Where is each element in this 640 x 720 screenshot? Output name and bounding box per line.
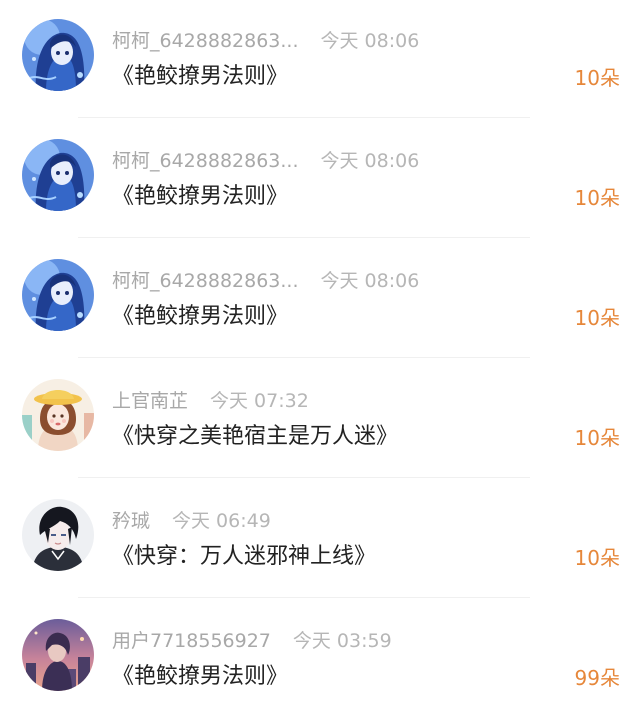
blue-anime-girl-avatar[interactable] [22, 259, 94, 331]
sender-name[interactable]: 矜珹 [112, 506, 150, 533]
gift-record-row[interactable]: 柯柯_6428882863... 今天 08:06 《艳鲛撩男法则》 10朵 [0, 0, 640, 120]
gift-amount: 10朵 [574, 546, 620, 570]
gift-time: 今天 06:49 [172, 509, 271, 532]
gift-record-row[interactable]: 矜珹 今天 06:49 《快穿：万人迷邪神上线》 10朵 [0, 480, 640, 600]
sender-name[interactable]: 柯柯_6428882863... [112, 266, 299, 293]
row-divider [78, 237, 530, 238]
gift-amount: 10朵 [574, 66, 620, 90]
gift-amount: 10朵 [574, 426, 620, 450]
row-divider [78, 357, 530, 358]
row-divider [78, 477, 530, 478]
gift-amount: 10朵 [574, 306, 620, 330]
gift-time: 今天 08:06 [320, 149, 420, 172]
gift-time: 今天 08:06 [320, 269, 420, 292]
sender-meta: 柯柯_6428882863... 今天 08:06 [112, 26, 419, 52]
sender-meta: 柯柯_6428882863... 今天 08:06 [112, 146, 419, 172]
gift-record-row[interactable]: 柯柯_6428882863... 今天 08:06 《艳鲛撩男法则》 10朵 [0, 120, 640, 240]
book-title[interactable]: 《艳鲛撩男法则》 [112, 178, 288, 210]
sender-name[interactable]: 上官南芷 [112, 386, 188, 413]
blue-anime-girl-avatar[interactable] [22, 139, 94, 211]
girl-yellow-hat-avatar[interactable] [22, 379, 94, 451]
gift-record-list: 柯柯_6428882863... 今天 08:06 《艳鲛撩男法则》 10朵 柯… [0, 0, 640, 703]
sender-meta: 柯柯_6428882863... 今天 08:06 [112, 266, 419, 292]
book-title[interactable]: 《快穿之美艳宿主是万人迷》 [112, 418, 398, 450]
row-divider [78, 117, 530, 118]
sender-meta: 上官南芷 今天 07:32 [112, 386, 309, 412]
sender-name[interactable]: 柯柯_6428882863... [112, 146, 299, 173]
gift-time: 今天 08:06 [320, 29, 420, 52]
gift-amount: 10朵 [574, 186, 620, 210]
book-title[interactable]: 《快穿：万人迷邪神上线》 [112, 538, 376, 570]
gift-record-row[interactable]: 用户7718556927 今天 03:59 《艳鲛撩男法则》 99朵 [0, 600, 640, 720]
gift-record-row[interactable]: 上官南芷 今天 07:32 《快穿之美艳宿主是万人迷》 10朵 [0, 360, 640, 480]
sender-meta: 用户7718556927 今天 03:59 [112, 626, 392, 652]
row-divider [78, 597, 530, 598]
gift-record-row[interactable]: 柯柯_6428882863... 今天 08:06 《艳鲛撩男法则》 10朵 [0, 240, 640, 360]
dark-hair-boy-avatar[interactable] [22, 499, 94, 571]
gift-time: 今天 07:32 [210, 389, 309, 412]
sender-name[interactable]: 用户7718556927 [112, 626, 271, 653]
sender-name[interactable]: 柯柯_6428882863... [112, 26, 299, 53]
gift-time: 今天 03:59 [292, 629, 392, 652]
sender-meta: 矜珹 今天 06:49 [112, 506, 271, 532]
gift-amount: 99朵 [574, 666, 620, 690]
blue-anime-girl-avatar[interactable] [22, 19, 94, 91]
book-title[interactable]: 《艳鲛撩男法则》 [112, 298, 288, 330]
book-title[interactable]: 《艳鲛撩男法则》 [112, 658, 288, 690]
sunset-figure-avatar[interactable] [22, 619, 94, 691]
book-title[interactable]: 《艳鲛撩男法则》 [112, 58, 288, 90]
